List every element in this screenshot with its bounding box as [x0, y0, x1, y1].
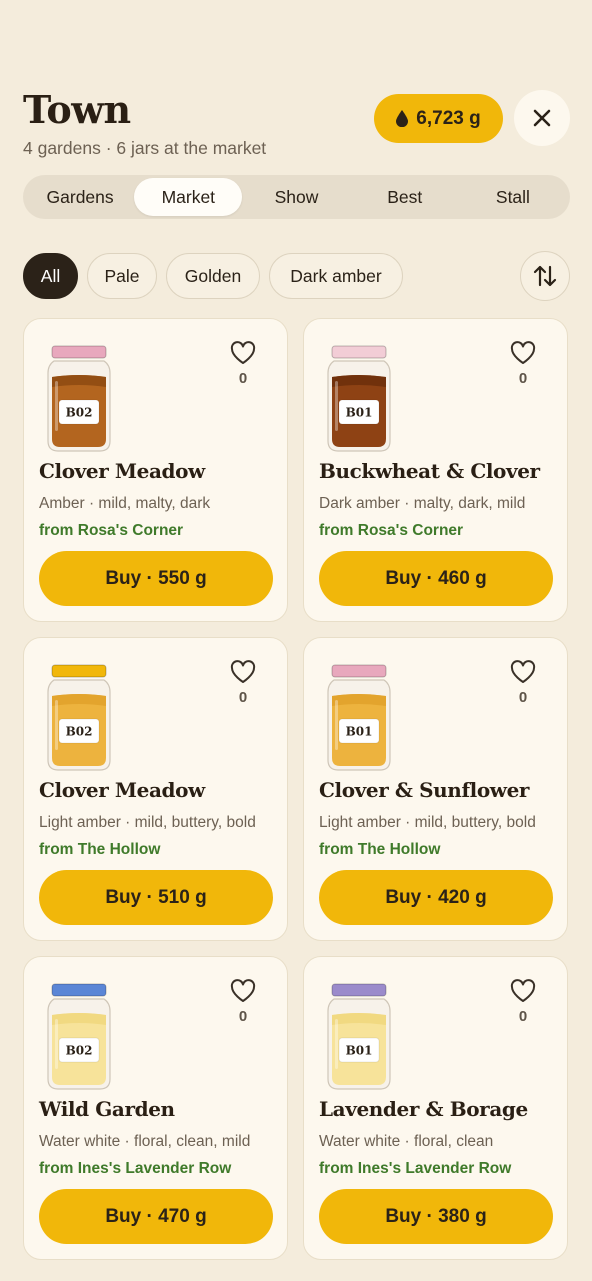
- tab-gardens[interactable]: Gardens: [26, 178, 134, 216]
- heart-icon: [510, 341, 536, 364]
- heart-icon: [230, 979, 256, 1002]
- filter-chip-dark-amber[interactable]: Dark amber: [269, 253, 403, 299]
- jar-name: Wild Garden: [39, 1097, 175, 1121]
- tab-show[interactable]: Show: [242, 178, 350, 216]
- favorite-toggle[interactable]: 0: [509, 979, 537, 1025]
- jar-name: Clover Meadow: [39, 459, 205, 483]
- balance-value: 6,723 g: [416, 107, 481, 129]
- favorite-toggle[interactable]: 0: [509, 341, 537, 387]
- buy-button[interactable]: Buy · 460 g: [319, 551, 553, 606]
- buy-button[interactable]: Buy · 470 g: [39, 1189, 273, 1244]
- buy-button[interactable]: Buy · 510 g: [39, 870, 273, 925]
- honey-jar-image: B01: [327, 345, 391, 452]
- jar-card[interactable]: B01 0 Clover & Sunflower Light amber · m…: [303, 637, 568, 941]
- honey-jar-image: B02: [47, 664, 111, 771]
- section-tabs: Gardens Market Show Best Stall: [23, 175, 570, 219]
- jar-label-code: B01: [346, 406, 373, 420]
- filter-bar: All Pale Golden Dark amber: [23, 251, 570, 301]
- sort-arrows-icon: [533, 265, 557, 287]
- jar-name: Clover Meadow: [39, 778, 205, 802]
- jar-description: Light amber · mild, buttery, bold: [319, 814, 536, 831]
- jar-description: Water white · floral, clean, mild: [39, 1133, 251, 1150]
- sort-button[interactable]: [520, 251, 570, 301]
- jar-description: Water white · floral, clean: [319, 1133, 494, 1150]
- jar-card[interactable]: B01 0 Lavender & Borage Water white · fl…: [303, 956, 568, 1260]
- buy-button[interactable]: Buy · 380 g: [319, 1189, 553, 1244]
- close-icon: [533, 109, 551, 127]
- jar-label-code: B02: [66, 725, 93, 739]
- page-header: Town 4 gardens · 6 jars at the market 6,…: [23, 87, 570, 158]
- page-subtitle: 4 gardens · 6 jars at the market: [23, 138, 267, 158]
- jar-name: Clover & Sunflower: [319, 778, 530, 802]
- jar-seller[interactable]: from Ines's Lavender Row: [39, 1160, 231, 1178]
- jar-seller[interactable]: from The Hollow: [319, 841, 440, 859]
- jar-description: Light amber · mild, buttery, bold: [39, 814, 256, 831]
- jar-label-code: B01: [346, 1044, 373, 1058]
- jar-label-code: B01: [346, 725, 373, 739]
- heart-icon: [230, 660, 256, 683]
- honey-jar-image: B02: [47, 345, 111, 452]
- balance-pill[interactable]: 6,723 g: [374, 94, 503, 143]
- favorite-toggle[interactable]: 0: [229, 660, 257, 706]
- jar-seller[interactable]: from Ines's Lavender Row: [319, 1160, 511, 1178]
- favorite-toggle[interactable]: 0: [229, 979, 257, 1025]
- jar-description: Dark amber · malty, dark, mild: [319, 495, 526, 512]
- honey-jar-image: B02: [47, 983, 111, 1090]
- favorite-count: 0: [518, 370, 528, 387]
- favorite-count: 0: [238, 370, 248, 387]
- tab-market[interactable]: Market: [134, 178, 243, 216]
- jar-seller[interactable]: from Rosa's Corner: [39, 522, 183, 540]
- tab-best[interactable]: Best: [351, 178, 459, 216]
- filter-chip-pale[interactable]: Pale: [87, 253, 157, 299]
- drop-icon: [396, 110, 409, 127]
- honey-jar-image: B01: [327, 983, 391, 1090]
- jar-label-code: B02: [66, 1044, 93, 1058]
- jar-description: Amber · mild, malty, dark: [39, 495, 211, 512]
- buy-button[interactable]: Buy · 420 g: [319, 870, 553, 925]
- heart-icon: [230, 341, 256, 364]
- jar-card[interactable]: B02 0 Clover Meadow Light amber · mild, …: [23, 637, 288, 941]
- honey-jar-image: B01: [327, 664, 391, 771]
- favorite-toggle[interactable]: 0: [229, 341, 257, 387]
- page-title: Town: [23, 87, 131, 132]
- filter-chip-all[interactable]: All: [23, 253, 78, 299]
- close-button[interactable]: [514, 90, 570, 146]
- jar-seller[interactable]: from The Hollow: [39, 841, 160, 859]
- favorite-toggle[interactable]: 0: [509, 660, 537, 706]
- jar-name: Lavender & Borage: [319, 1097, 528, 1121]
- jar-label-code: B02: [66, 406, 93, 420]
- heart-icon: [510, 660, 536, 683]
- jar-card[interactable]: B01 0 Buckwheat & Clover Dark amber · ma…: [303, 318, 568, 622]
- jar-card[interactable]: B02 0 Wild Garden Water white · floral, …: [23, 956, 288, 1260]
- jar-seller[interactable]: from Rosa's Corner: [319, 522, 463, 540]
- favorite-count: 0: [518, 689, 528, 706]
- favorite-count: 0: [518, 1008, 528, 1025]
- favorite-count: 0: [238, 689, 248, 706]
- jar-card[interactable]: B02 0 Clover Meadow Amber · mild, malty,…: [23, 318, 288, 622]
- tab-stall[interactable]: Stall: [459, 178, 567, 216]
- jar-name: Buckwheat & Clover: [319, 459, 540, 483]
- favorite-count: 0: [238, 1008, 248, 1025]
- heart-icon: [510, 979, 536, 1002]
- filter-chip-golden[interactable]: Golden: [166, 253, 260, 299]
- buy-button[interactable]: Buy · 550 g: [39, 551, 273, 606]
